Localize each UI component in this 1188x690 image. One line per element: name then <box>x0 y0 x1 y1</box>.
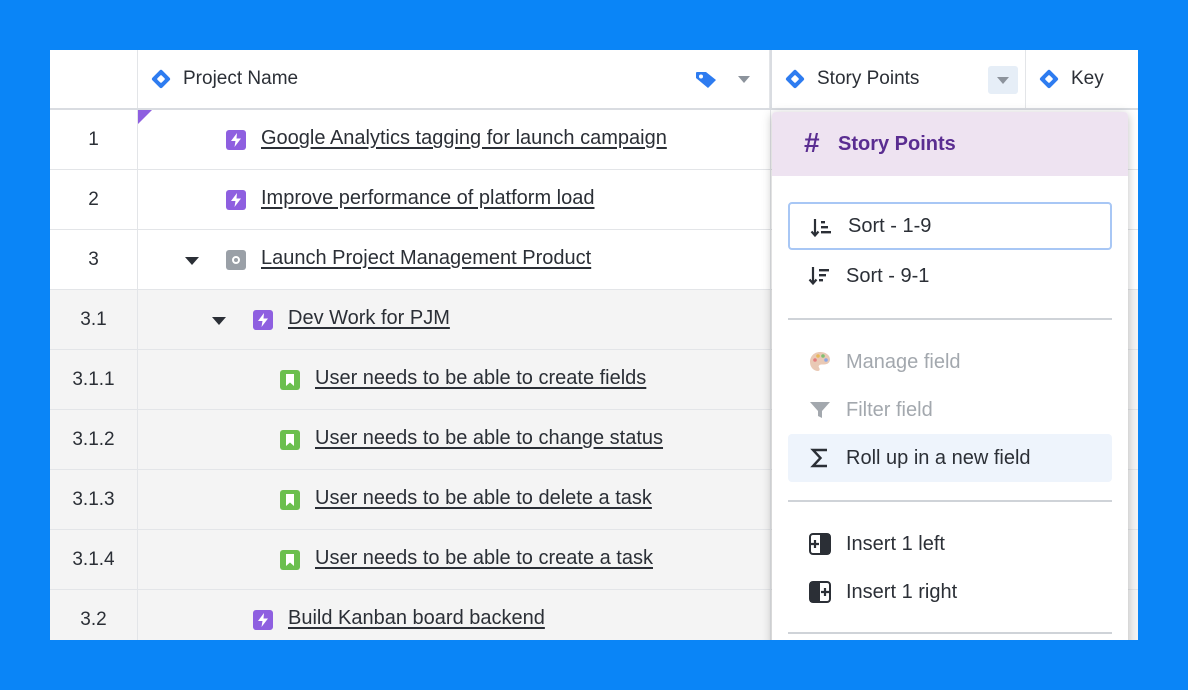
menu-title: Story Points <box>838 133 956 155</box>
issue-link[interactable]: Build Kanban board backend <box>288 607 545 630</box>
collapse-toggle-icon[interactable] <box>212 317 226 325</box>
project-name-cell[interactable]: User needs to be able to create fields <box>138 350 770 409</box>
project-name-cell[interactable]: Launch Project Management Product <box>138 230 770 289</box>
selected-cell-marker <box>138 110 152 124</box>
issue-link[interactable]: User needs to be able to create fields <box>315 367 646 390</box>
spreadsheet-panel: Project Name Story Points Key 1 Google A… <box>50 50 1138 640</box>
epic-lightning-icon <box>226 130 246 150</box>
number-field-icon: # <box>804 127 820 158</box>
column-header-key[interactable]: Key <box>1026 50 1138 108</box>
column-header-story-points[interactable]: Story Points <box>770 50 1026 108</box>
epic-lightning-icon <box>253 310 273 330</box>
epic-lightning-icon <box>226 190 246 210</box>
menu-divider <box>788 318 1112 320</box>
filter-field-item[interactable]: Filter field <box>788 386 1112 434</box>
menu-item-label: Insert 1 left <box>846 532 945 555</box>
issue-link[interactable]: Google Analytics tagging for launch camp… <box>261 127 667 150</box>
row-number: 2 <box>50 170 138 229</box>
issue-link[interactable]: Dev Work for PJM <box>288 307 450 330</box>
tag-icon[interactable] <box>695 71 717 89</box>
project-name-cell[interactable]: User needs to be able to change status <box>138 410 770 469</box>
column-title: Key <box>1071 68 1104 89</box>
row-number: 3.1.4 <box>50 530 138 589</box>
sort-descending-item[interactable]: Sort - 9-1 <box>788 252 1112 300</box>
chevron-down-icon <box>997 76 1009 84</box>
project-name-cell[interactable]: User needs to be able to create a task <box>138 530 770 589</box>
column-title: Story Points <box>817 68 920 89</box>
menu-divider <box>788 500 1112 502</box>
issue-link[interactable]: User needs to be able to delete a task <box>315 487 652 510</box>
row-number: 3.2 <box>50 590 138 640</box>
jira-field-icon <box>151 69 171 89</box>
chevron-down-icon[interactable] <box>738 76 750 83</box>
insert-column-right-icon <box>809 581 831 603</box>
issue-link[interactable]: User needs to be able to change status <box>315 427 663 450</box>
story-bookmark-icon <box>280 430 300 450</box>
row-number-header <box>50 50 138 108</box>
menu-item-label: Manage field <box>846 350 961 373</box>
jira-field-icon <box>1039 69 1059 89</box>
row-number: 3.1 <box>50 290 138 349</box>
insert-column-left-icon <box>809 533 831 555</box>
sort-ascending-item[interactable]: Sort - 1-9 <box>788 202 1112 250</box>
initiative-icon <box>226 250 246 270</box>
jira-field-icon <box>785 69 805 89</box>
issue-link[interactable]: Launch Project Management Product <box>261 247 591 270</box>
menu-item-label: Roll up in a new field <box>846 446 1031 469</box>
row-number: 3.1.1 <box>50 350 138 409</box>
project-name-cell[interactable]: Dev Work for PJM <box>138 290 770 349</box>
collapse-toggle-icon[interactable] <box>185 257 199 265</box>
issue-link[interactable]: Improve performance of platform load <box>261 187 595 210</box>
menu-header: # Story Points <box>772 112 1128 176</box>
project-name-cell[interactable]: User needs to be able to delete a task <box>138 470 770 529</box>
column-dropdown-menu: # Story Points Sort - 1-9 Sort - 9-1 Man… <box>772 112 1128 640</box>
story-bookmark-icon <box>280 490 300 510</box>
column-menu-button[interactable] <box>988 66 1018 94</box>
column-title: Project Name <box>183 68 299 89</box>
menu-divider <box>788 632 1112 634</box>
roll-up-item[interactable]: Roll up in a new field <box>788 434 1112 482</box>
palette-icon <box>810 352 830 371</box>
row-number: 3.1.2 <box>50 410 138 469</box>
project-name-cell[interactable]: Build Kanban board backend <box>138 590 770 640</box>
column-header-row: Project Name Story Points Key <box>50 50 1138 110</box>
column-header-project-name[interactable]: Project Name <box>138 50 770 108</box>
menu-item-label: Sort - 9-1 <box>846 264 930 287</box>
insert-right-item[interactable]: Insert 1 right <box>788 568 1112 616</box>
story-bookmark-icon <box>280 550 300 570</box>
story-bookmark-icon <box>280 370 300 390</box>
insert-left-item[interactable]: Insert 1 left <box>788 520 1112 568</box>
issue-link[interactable]: User needs to be able to create a task <box>315 547 653 570</box>
sort-ascending-icon <box>810 219 831 238</box>
menu-item-label: Filter field <box>846 398 933 421</box>
filter-funnel-icon <box>810 402 830 418</box>
sigma-icon <box>810 448 827 468</box>
menu-item-label: Insert 1 right <box>846 580 958 603</box>
row-number: 3.1.3 <box>50 470 138 529</box>
menu-item-label: Sort - 1-9 <box>848 214 932 237</box>
row-number: 3 <box>50 230 138 289</box>
row-number: 1 <box>50 110 138 169</box>
project-name-cell[interactable]: Google Analytics tagging for launch camp… <box>138 110 770 169</box>
sort-descending-icon <box>808 267 829 286</box>
project-name-cell[interactable]: Improve performance of platform load <box>138 170 770 229</box>
manage-field-item[interactable]: Manage field <box>788 338 1112 386</box>
epic-lightning-icon <box>253 610 273 630</box>
